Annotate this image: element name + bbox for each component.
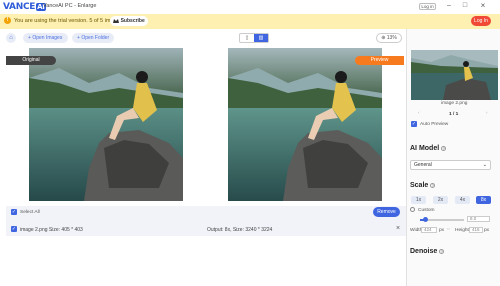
custom-scale-input[interactable]: 8.0 [467,216,490,222]
login-button[interactable]: Log in [419,3,436,10]
prev-page-icon[interactable]: ‹ [418,111,420,116]
close-window-icon[interactable]: × [476,1,490,11]
select-all-label: Select All [20,210,40,215]
open-folder-label: Open Folder [81,35,110,41]
help-icon[interactable]: ? [430,182,436,188]
split-view-icon[interactable]: ▥ [254,34,268,42]
custom-scale-slider[interactable] [420,217,464,222]
file-output: Output: 8x, Size: 3240 * 3224 [207,227,273,233]
next-page-icon[interactable]: › [486,111,488,116]
original-label: Original [6,56,56,65]
toolbar: ⌂ + Open Images + Open Folder ▯ ▥ ⊕ 13% [0,30,407,47]
title-bar: VANCE AI VanceAI PC - Enlarge Log in – □ … [0,0,500,13]
original-image [29,48,183,201]
home-icon[interactable]: ⌂ [6,33,16,43]
open-images-button[interactable]: + Open Images [23,33,68,43]
warning-icon: ! [4,17,11,24]
close-icon[interactable]: × [396,225,400,232]
subscribe-button[interactable]: Subscribe [110,16,148,26]
minimize-icon[interactable]: – [442,1,456,11]
help-icon[interactable]: ? [439,248,445,254]
app-logo: VANCE AI [3,2,46,12]
banner-login-button[interactable]: Log In [471,16,491,26]
scale-2x-button[interactable]: 2x [433,196,448,204]
crown-icon [113,19,120,23]
ai-model-select[interactable]: General ⌄ [410,160,491,170]
open-folder-button[interactable]: + Open Folder [72,33,114,43]
thumbnail-image[interactable] [411,50,498,100]
trial-banner: ! You are using the trial version. 5 of … [0,14,500,29]
preview-label: Preview [355,56,404,65]
ai-model-value: General [414,162,432,168]
zoom-control[interactable]: ⊕ 13% [376,33,402,43]
chevron-down-icon: ⌄ [482,162,487,168]
scale-8x-button[interactable]: 8x [476,196,491,204]
maximize-icon[interactable]: □ [458,1,472,11]
ai-model-title: AI Model? [410,145,447,152]
zoom-icon: ⊕ [381,35,386,41]
zoom-value: 13% [386,35,397,41]
custom-radio[interactable] [410,207,415,212]
scale-title: Scale? [410,182,436,189]
auto-preview-label: Auto Preview [420,122,449,127]
width-unit: px [439,228,445,233]
view-mode-toggle: ▯ ▥ [239,33,269,43]
height-input[interactable]: 416 [469,227,483,233]
width-input[interactable]: 424 [421,227,437,233]
link-icon[interactable]: ⇔ [446,227,451,232]
help-icon[interactable]: ? [441,145,447,151]
denoise-title: Denoise? [410,248,445,255]
auto-preview-checkbox[interactable]: ✓ [411,121,417,127]
scale-1x-button[interactable]: 1x [411,196,426,204]
custom-label: Custom [418,208,435,213]
remove-button[interactable]: Remove [373,207,400,217]
file-name-size: image 2.png Size: 405 * 403 [20,227,83,233]
height-unit: px [484,228,490,233]
scale-4x-button[interactable]: 4x [455,196,470,204]
pager: 1 / 1 [449,112,459,117]
height-label: Height [455,228,469,233]
preview-image [228,48,382,201]
thumbnail-name: image 2.png [441,101,468,106]
subscribe-label: Subscribe [120,18,145,24]
window-title: VanceAI PC - Enlarge [43,3,97,9]
open-images-label: Open Images [32,35,63,41]
select-all-checkbox[interactable]: ✓ [11,209,17,215]
file-checkbox[interactable]: ✓ [11,226,17,232]
single-view-icon[interactable]: ▯ [240,34,254,42]
